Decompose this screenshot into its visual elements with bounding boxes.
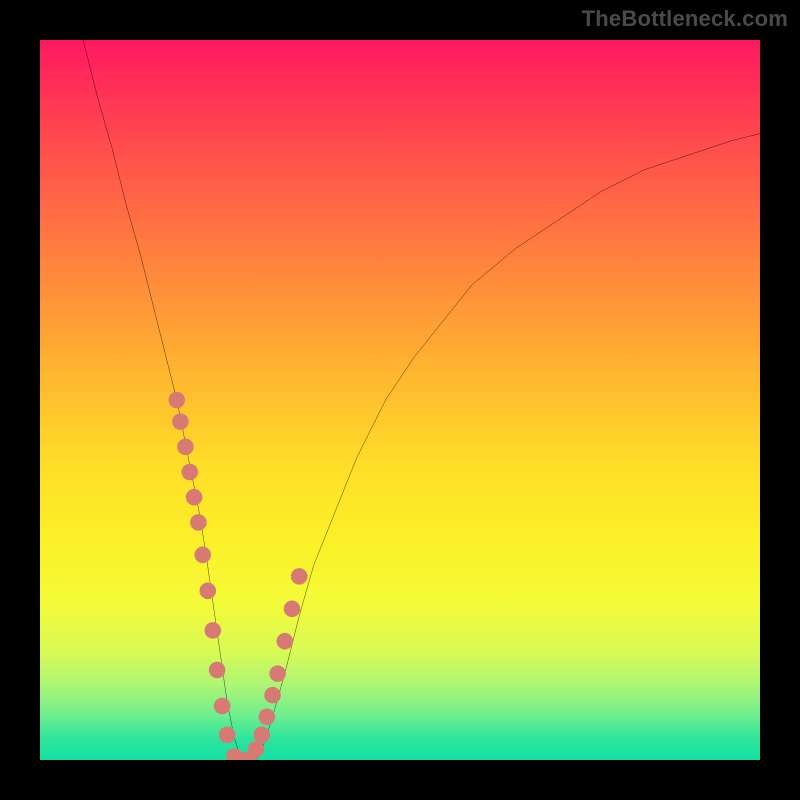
data-point (269, 665, 286, 682)
data-point (259, 709, 276, 726)
curve-layer (40, 40, 760, 760)
data-point (248, 741, 265, 758)
data-point (194, 547, 211, 564)
data-point (205, 622, 222, 639)
data-point (214, 698, 231, 715)
data-point (190, 514, 207, 531)
data-point (253, 727, 270, 744)
chart-frame: TheBottleneck.com (0, 0, 800, 800)
data-point (177, 439, 194, 456)
data-point (291, 568, 308, 585)
data-point (186, 489, 203, 506)
highlight-points (169, 392, 308, 760)
data-point (169, 392, 186, 409)
data-point (284, 601, 301, 618)
data-point (277, 633, 294, 650)
data-point (264, 687, 281, 704)
data-point (172, 413, 189, 430)
data-point (199, 583, 216, 600)
plot-area (40, 40, 760, 760)
data-point (219, 727, 236, 744)
data-point (209, 662, 226, 679)
data-point (181, 464, 198, 481)
watermark-text: TheBottleneck.com (582, 6, 788, 32)
